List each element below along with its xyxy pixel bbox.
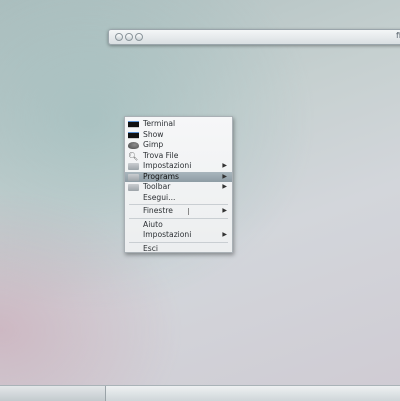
menu-separator [129,217,228,219]
folder-icon [128,173,139,181]
close-button[interactable] [115,33,123,41]
menu-item-label: Aiuto [143,219,163,229]
submenu-arrow-icon: ▶ [222,183,227,190]
menu-item-aiuto[interactable]: Aiuto [125,220,232,231]
window-title: fi [395,31,400,40]
menu-item-terminal[interactable]: Terminal [125,119,232,130]
submenu-arrow-icon: ▶ [222,162,227,169]
menu-item-label: Impostazioni [143,161,192,170]
menu-item-trova-file[interactable]: 🔍︎ Trova File [125,151,232,162]
menu-item-impostazioni[interactable]: Impostazioni ▶ [125,230,232,241]
menu-item-label: Programs [143,171,179,181]
menu-item-label: Esci [143,243,159,253]
gimp-icon [128,142,139,149]
menu-separator [129,204,228,205]
menu-item-divider [188,208,189,215]
menu-item-esegui[interactable]: Esegui... [125,193,232,204]
menu-item-toolbar[interactable]: Toolbar ▶ [125,182,232,193]
menu-item-label: Impostazioni [143,230,192,239]
window-titlebar[interactable]: fi [108,29,400,45]
folder-icon [128,163,139,170]
menu-separator [129,241,228,243]
menu-item-esci[interactable]: Esci [125,244,232,255]
menu-item-label: Trova File [143,150,179,160]
root-menu: Terminal Show Gimp 🔍︎ Trova File Imposta… [124,116,233,253]
terminal-icon [128,131,139,139]
folder-icon [128,184,139,191]
submenu-arrow-icon: ▶ [222,207,227,214]
menu-item-impostazioni-submenu[interactable]: Impostazioni ▶ [125,161,232,172]
menu-item-gimp[interactable]: Gimp [125,140,232,151]
menu-item-label: Toolbar [143,182,171,191]
menu-item-label: Show [143,129,164,139]
menu-item-label: Terminal [143,119,176,128]
minimize-button[interactable] [125,33,133,41]
maximize-button[interactable] [135,33,143,41]
terminal-icon [128,121,139,128]
menu-item-show[interactable]: Show [125,130,232,141]
menu-item-label: Esegui... [143,192,176,202]
menu-item-finestre[interactable]: Finestre ▶ [125,206,232,217]
taskbar [0,385,400,401]
search-icon: 🔍︎ [128,151,139,161]
submenu-arrow-icon: ▶ [222,172,227,180]
menu-item-label: Gimp [143,140,164,149]
menu-item-programs[interactable]: Programs ▶ [125,171,232,182]
submenu-arrow-icon: ▶ [222,231,227,238]
menu-item-label: Finestre [143,206,173,215]
taskbar-start-area[interactable] [0,386,106,401]
